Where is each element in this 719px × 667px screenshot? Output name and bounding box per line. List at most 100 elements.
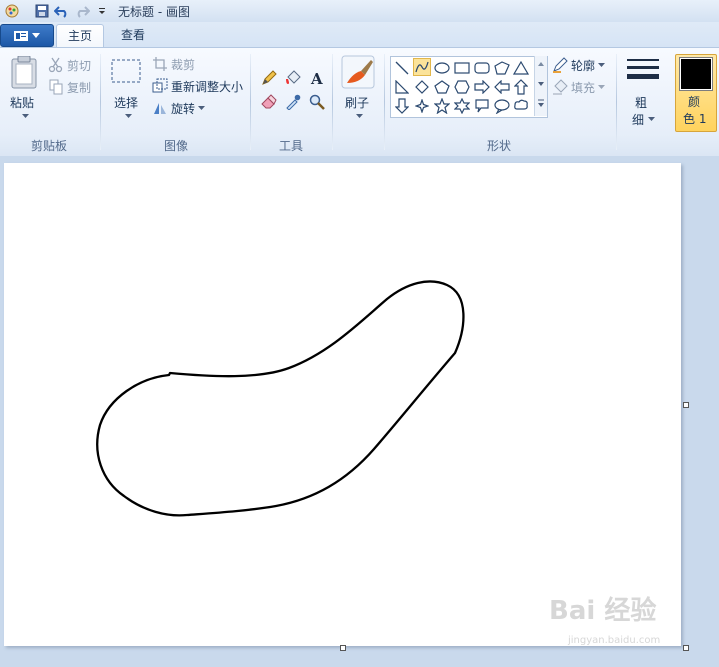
- fill-tool[interactable]: [281, 66, 304, 89]
- polygon-icon: [494, 61, 510, 75]
- tab-view[interactable]: 查看: [110, 24, 156, 47]
- rounded-rectangle-icon: [474, 62, 490, 74]
- cut-button[interactable]: 剪切: [48, 55, 91, 75]
- down-arrow-shape[interactable]: [393, 97, 411, 115]
- triangle-icon: [513, 61, 529, 75]
- crop-icon: [153, 57, 167, 71]
- rotate-button[interactable]: 旋转: [152, 98, 206, 118]
- copy-icon: [49, 79, 63, 95]
- color-1-label-line2: 色 1: [683, 112, 707, 126]
- crop-label: 裁剪: [171, 57, 196, 72]
- redo-icon[interactable]: [74, 3, 90, 19]
- star-five-icon: [434, 98, 450, 114]
- diamond-icon: [415, 80, 429, 94]
- five-point-star-shape[interactable]: [433, 97, 451, 115]
- up-arrow-shape[interactable]: [512, 78, 530, 96]
- curve-shape[interactable]: [413, 58, 431, 76]
- paint-app-icon[interactable]: [4, 3, 20, 19]
- outline-button[interactable]: 轮廓: [552, 55, 606, 75]
- pencil-tool[interactable]: [257, 66, 280, 89]
- scissors-icon: [48, 57, 63, 73]
- four-point-star-shape[interactable]: [413, 97, 431, 115]
- pentagon-shape[interactable]: [433, 78, 451, 96]
- arrow-up-icon: [514, 79, 528, 95]
- canvas-resize-handle-bottom[interactable]: [340, 645, 346, 651]
- triangle-shape[interactable]: [512, 59, 530, 77]
- curve-icon: [415, 61, 429, 73]
- window-title: 无标题 - 画图: [118, 4, 190, 19]
- callout-cloud-icon: [514, 99, 528, 110]
- arrow-down-icon: [395, 98, 409, 114]
- callout-rectangle-icon: [475, 99, 489, 113]
- right-arrow-shape[interactable]: [473, 78, 491, 96]
- select-button[interactable]: 选择: [108, 54, 144, 124]
- pencil-icon: [261, 69, 277, 85]
- color-picker-tool[interactable]: [281, 90, 304, 113]
- magnifier-icon: [309, 94, 325, 110]
- oval-icon: [434, 62, 450, 74]
- chevron-down-icon: [32, 32, 40, 38]
- rectangle-shape[interactable]: [453, 59, 471, 77]
- group-divider: [384, 54, 385, 150]
- line-shape[interactable]: [393, 59, 411, 77]
- rotate-icon: [154, 103, 166, 114]
- diamond-shape[interactable]: [413, 78, 431, 96]
- text-tool[interactable]: A: [305, 66, 328, 89]
- eraser-tool[interactable]: [257, 90, 280, 113]
- outline-label: 轮廓: [571, 58, 596, 73]
- rounded-callout-shape[interactable]: [473, 97, 491, 115]
- rectangle-icon: [454, 62, 470, 74]
- star-four-icon: [415, 99, 429, 113]
- arrow-left-icon: [494, 80, 510, 94]
- color-1-button[interactable]: 颜 色 1: [675, 54, 717, 132]
- copy-button[interactable]: 复制: [48, 77, 91, 97]
- color-1-label-line1: 颜: [688, 95, 701, 109]
- title-bar: 无标题 - 画图: [0, 0, 719, 23]
- resize-button[interactable]: 重新调整大小: [152, 76, 243, 96]
- cut-label: 剪切: [67, 58, 92, 73]
- brush-icon: [341, 55, 375, 89]
- fill-bucket-icon: [553, 79, 568, 95]
- eyedropper-icon: [285, 94, 300, 110]
- six-point-star-shape[interactable]: [453, 97, 471, 115]
- cloud-callout-shape[interactable]: [512, 97, 530, 115]
- right-triangle-shape[interactable]: [393, 78, 411, 96]
- canvas-resize-handle-corner[interactable]: [683, 645, 689, 651]
- chevron-down-icon: [22, 114, 29, 118]
- oval-callout-shape[interactable]: [493, 97, 511, 115]
- brushes-button[interactable]: 刷子: [339, 54, 377, 124]
- ribbon-tab-bar: 主页 查看: [0, 22, 719, 48]
- chevron-down-icon: [125, 114, 132, 118]
- paint-menu-button[interactable]: [0, 24, 54, 47]
- undo-icon[interactable]: [54, 3, 70, 19]
- customize-quick-access-icon[interactable]: [94, 3, 110, 19]
- shapes-gallery-scrollbar[interactable]: [534, 56, 547, 116]
- fill-button[interactable]: 填充: [552, 77, 606, 97]
- canvas-resize-handle-right[interactable]: [683, 402, 689, 408]
- watermark-brand: Bai 经验: [549, 596, 657, 626]
- rounded-rectangle-shape[interactable]: [473, 59, 491, 77]
- group-divider: [332, 54, 333, 150]
- hexagon-icon: [454, 80, 470, 94]
- oval-shape[interactable]: [433, 59, 451, 77]
- save-icon[interactable]: [34, 3, 50, 19]
- drawing-canvas[interactable]: [4, 163, 681, 646]
- clipboard-icon: [11, 56, 37, 89]
- group-divider: [616, 54, 617, 150]
- drawn-curve-shape: [96, 280, 465, 517]
- crop-button[interactable]: 裁剪: [152, 54, 195, 74]
- right-triangle-icon: [395, 80, 409, 94]
- tab-home[interactable]: 主页: [56, 24, 105, 48]
- hexagon-shape[interactable]: [453, 78, 471, 96]
- magnifier-tool[interactable]: [305, 90, 328, 113]
- line-icon: [395, 61, 409, 75]
- chevron-down-icon: [198, 105, 206, 110]
- chevron-down-icon: [648, 117, 655, 121]
- polygon-shape[interactable]: [493, 59, 511, 77]
- shapes-group-label: 形状: [486, 139, 511, 153]
- size-button[interactable]: 粗 细: [622, 54, 664, 130]
- paste-button[interactable]: 粘贴: [6, 54, 42, 124]
- svg-text:A: A: [310, 70, 323, 86]
- size-label-line1: 粗: [635, 96, 648, 110]
- left-arrow-shape[interactable]: [493, 78, 511, 96]
